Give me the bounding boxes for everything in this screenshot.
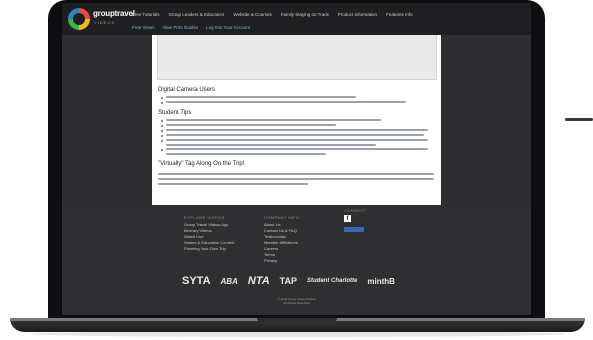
list-bullet xyxy=(161,120,163,122)
laptop-screen: grouptravel VIDEOS Free Tutorials Group … xyxy=(62,3,531,315)
footer-link[interactable]: Contact Us & FAQ xyxy=(264,228,297,233)
heading-digital-camera: Digital Camera Users xyxy=(158,87,216,93)
list-bullet xyxy=(161,97,163,99)
footer-link[interactable]: Watch Live xyxy=(184,234,204,239)
partner-logo-aba: ABA xyxy=(220,276,238,286)
partner-logo-minthb: minthB xyxy=(367,276,395,286)
menu-item-website-courses[interactable]: Website & Courses xyxy=(233,12,271,17)
menu-item-product-info[interactable]: Product Information xyxy=(338,12,377,17)
list-bullet xyxy=(161,135,163,137)
paragraph-line xyxy=(158,178,434,180)
list-bullet xyxy=(161,102,163,104)
footer-link[interactable]: Group Travel Videos App xyxy=(184,222,228,227)
sub-menu: Free Views View Print Guides Log Into Yo… xyxy=(132,25,250,30)
paragraph-line xyxy=(166,153,326,155)
footer-col-title-connect: CONNECT xyxy=(344,208,367,213)
partner-logo-tap: TAP xyxy=(279,276,298,286)
paragraph-line xyxy=(158,183,308,185)
background-decoration xyxy=(565,118,593,121)
paragraph-line xyxy=(166,101,406,103)
footer-link[interactable]: Stories & Education Content xyxy=(184,240,234,245)
partner-logos: SYTA ABA NTA TAP Student Charlotte minth… xyxy=(182,275,395,287)
facebook-icon[interactable]: f xyxy=(344,215,351,222)
partner-logo-charlotte: Student Charlotte xyxy=(307,278,358,284)
paragraph-line xyxy=(166,129,428,131)
brand-logo-icon[interactable] xyxy=(68,8,90,30)
list-bullet xyxy=(161,149,163,151)
paragraph-line xyxy=(166,148,428,150)
site-footer: EXPLORE VIDEOS Group Travel Videos App I… xyxy=(62,205,531,315)
laptop-notch xyxy=(257,318,337,322)
main-content: Digital Camera Users Student Tips "Virtu… xyxy=(152,35,441,205)
menu-item-free-tutorials[interactable]: Free Tutorials xyxy=(132,12,160,17)
list-bullet xyxy=(161,140,163,142)
footer-link[interactable]: Testimonials xyxy=(264,234,286,239)
menu-item-features[interactable]: Features Info xyxy=(386,12,413,17)
paragraph-line xyxy=(166,119,381,121)
footer-link[interactable]: Terms xyxy=(264,252,275,257)
copyright-line-2: All Rights Reserved xyxy=(283,301,310,305)
heading-tag-along: "Virtually" Tag Along On the Trip! xyxy=(158,161,245,167)
top-navigation: grouptravel VIDEOS Free Tutorials Group … xyxy=(62,3,531,35)
video-embed[interactable] xyxy=(157,35,437,80)
paragraph-line xyxy=(166,139,428,141)
footer-link[interactable]: Privacy xyxy=(264,258,277,263)
footer-link[interactable]: Member Affiliations xyxy=(264,240,298,245)
footer-link[interactable]: About Us xyxy=(264,222,280,227)
paragraph-line xyxy=(166,134,424,136)
sub-link-free-views[interactable]: Free Views xyxy=(132,25,154,30)
list-bullet xyxy=(161,130,163,132)
sub-link-login[interactable]: Log Into Your Account xyxy=(206,25,250,30)
facebook-like-button[interactable] xyxy=(344,227,364,232)
menu-item-group-leaders[interactable]: Group Leaders & Educators xyxy=(169,12,225,17)
footer-col-title-company: COMPANY INFO xyxy=(264,215,300,220)
main-menu: Free Tutorials Group Leaders & Educators… xyxy=(132,12,413,17)
paragraph-line xyxy=(158,173,434,175)
footer-link[interactable]: Planning Your Own Trip xyxy=(184,246,226,251)
sub-link-print-guides[interactable]: View Print Guides xyxy=(162,25,198,30)
partner-logo-syta: SYTA xyxy=(182,275,211,287)
menu-item-family[interactable]: Family Staying on Track xyxy=(281,12,329,17)
paragraph-line xyxy=(166,96,356,98)
paragraph-line xyxy=(166,144,376,146)
partner-logo-nta: NTA xyxy=(247,275,270,287)
heading-student-tips: Student Tips xyxy=(158,110,192,116)
footer-link[interactable]: Careers xyxy=(264,246,278,251)
footer-link[interactable]: Itinerary Videos xyxy=(184,228,212,233)
footer-col-title-explore: EXPLORE VIDEOS xyxy=(184,215,225,220)
brand-tagline: VIDEOS xyxy=(94,20,116,25)
paragraph-line xyxy=(166,124,336,126)
list-bullet xyxy=(161,125,163,127)
brand-name[interactable]: grouptravel xyxy=(93,9,135,18)
